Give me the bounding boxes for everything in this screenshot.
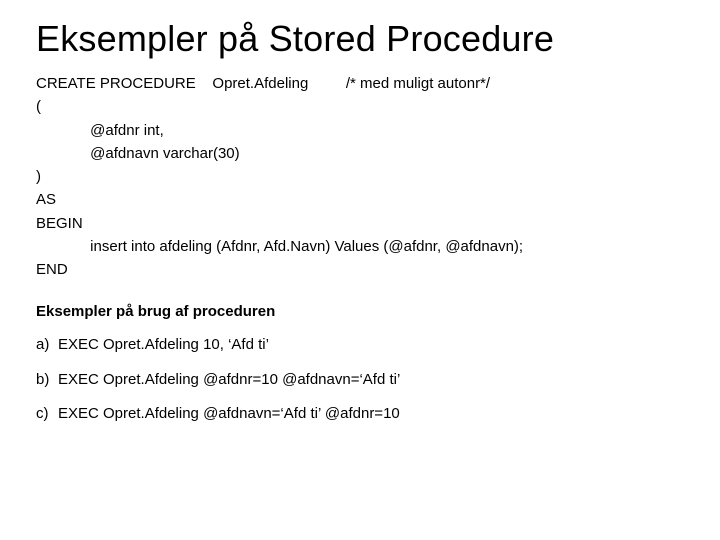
examples-heading: Eksempler på brug af proceduren <box>36 303 692 320</box>
example-a-text: EXEC Opret.Afdeling 10, ‘Afd ti’ <box>58 336 269 353</box>
code-line-5: ) <box>36 168 41 185</box>
example-b-marker: b) <box>36 369 58 392</box>
code-line-1b: Opret.Afdeling <box>212 75 308 92</box>
example-c-marker: c) <box>36 403 58 426</box>
code-line-7: BEGIN <box>36 215 83 232</box>
examples-list: a)EXEC Opret.Afdeling 10, ‘Afd ti’ b)EXE… <box>36 334 692 426</box>
example-b-text: EXEC Opret.Afdeling @afdnr=10 @afdnavn=‘… <box>58 371 400 388</box>
example-c-text: EXEC Opret.Afdeling @afdnavn=‘Afd ti’ @a… <box>58 405 400 422</box>
code-line-9: END <box>36 261 68 278</box>
example-c: c)EXEC Opret.Afdeling @afdnavn=‘Afd ti’ … <box>36 403 692 426</box>
slide: Eksempler på Stored Procedure CREATE PRO… <box>0 0 720 456</box>
code-line-8: insert into afdeling (Afdnr, Afd.Navn) V… <box>36 238 523 255</box>
code-line-2: ( <box>36 98 41 115</box>
page-title: Eksempler på Stored Procedure <box>36 18 692 60</box>
code-line-6: AS <box>36 191 56 208</box>
code-block: CREATE PROCEDURE Opret.Afdeling /* med m… <box>36 72 692 281</box>
example-a-marker: a) <box>36 334 58 357</box>
code-line-4: @afdnavn varchar(30) <box>36 145 240 162</box>
code-line-3: @afdnr int, <box>36 122 164 139</box>
example-a: a)EXEC Opret.Afdeling 10, ‘Afd ti’ <box>36 334 692 357</box>
example-b: b)EXEC Opret.Afdeling @afdnr=10 @afdnavn… <box>36 369 692 392</box>
code-line-1c: /* med muligt autonr*/ <box>346 75 490 92</box>
code-line-1a: CREATE PROCEDURE <box>36 75 196 92</box>
